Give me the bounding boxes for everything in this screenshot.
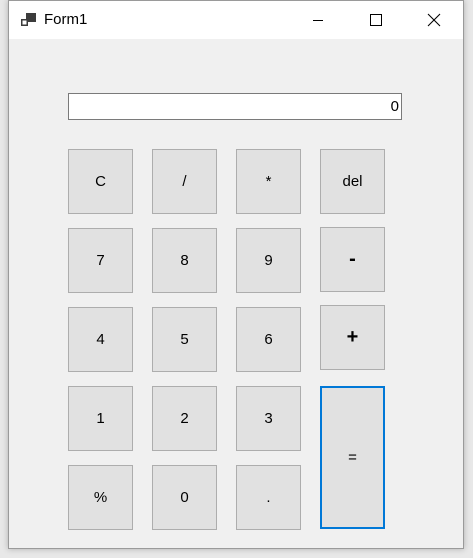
close-button[interactable] [411, 1, 457, 39]
nine-button[interactable]: 9 [236, 228, 301, 293]
three-button[interactable]: 3 [236, 386, 301, 451]
six-button[interactable]: 6 [236, 307, 301, 372]
close-icon [427, 13, 441, 27]
four-button[interactable]: 4 [68, 307, 133, 372]
percent-button[interactable]: % [68, 465, 133, 530]
form1-window: Form1 0 C / * del 7 8 9 - 4 5 6 + 1 2 3 … [8, 0, 464, 549]
eight-button[interactable]: 8 [152, 228, 217, 293]
maximize-button[interactable] [353, 1, 399, 39]
clear-button[interactable]: C [68, 149, 133, 214]
divide-button[interactable]: / [152, 149, 217, 214]
minus-button[interactable]: - [320, 227, 385, 292]
seven-button[interactable]: 7 [68, 228, 133, 293]
multiply-button[interactable]: * [236, 149, 301, 214]
two-button[interactable]: 2 [152, 386, 217, 451]
title-bar[interactable]: Form1 [9, 1, 463, 39]
plus-button[interactable]: + [320, 305, 385, 370]
minimize-button[interactable] [295, 1, 341, 39]
delete-button[interactable]: del [320, 149, 385, 214]
five-button[interactable]: 5 [152, 307, 217, 372]
equals-button[interactable]: = [320, 386, 385, 529]
result-display[interactable]: 0 [68, 93, 402, 120]
maximize-icon [370, 14, 382, 26]
window-title: Form1 [44, 11, 88, 28]
form-app-icon [21, 13, 37, 27]
decimal-button[interactable]: . [236, 465, 301, 530]
minimize-icon [312, 14, 324, 26]
one-button[interactable]: 1 [68, 386, 133, 451]
zero-button[interactable]: 0 [152, 465, 217, 530]
